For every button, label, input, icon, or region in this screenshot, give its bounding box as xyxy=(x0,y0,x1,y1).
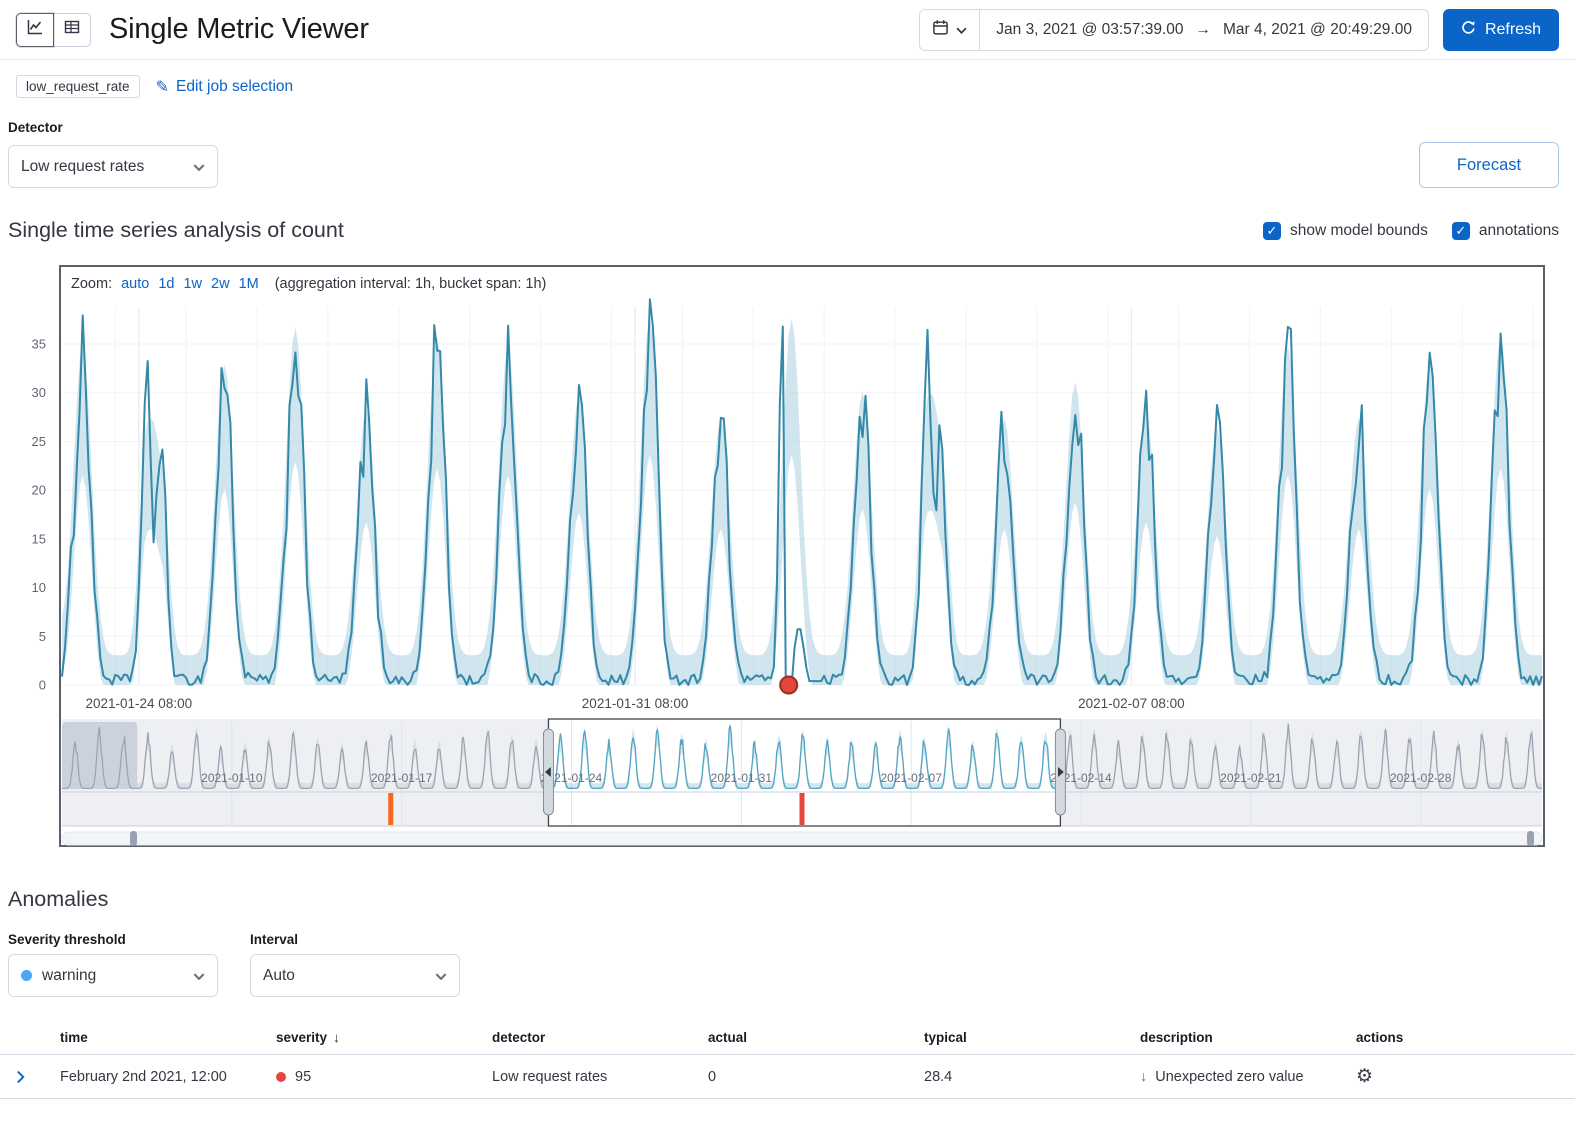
chevron-down-icon xyxy=(956,21,967,39)
x-tick-label: 2021-01-24 08:00 xyxy=(86,696,193,711)
refresh-icon xyxy=(1461,20,1476,40)
column-header-time[interactable]: time xyxy=(60,1030,276,1045)
column-header-actual[interactable]: actual xyxy=(708,1030,924,1045)
pencil-icon: ✎ xyxy=(156,77,169,97)
column-header-description[interactable]: description xyxy=(1140,1030,1356,1045)
y-tick-label: 20 xyxy=(32,483,46,498)
row-actions-gear-icon[interactable]: ⚙ xyxy=(1356,1066,1373,1087)
column-header-severity[interactable]: severity ↓ xyxy=(276,1030,492,1045)
zoom-2w-link[interactable]: 2w xyxy=(211,276,230,292)
context-tick-label: 2021-01-17 xyxy=(371,771,433,785)
context-tick-label: 2021-01-10 xyxy=(201,771,263,785)
zoom-controls: Zoom: auto 1d 1w 2w 1M (aggregation inte… xyxy=(71,276,546,292)
warning-severity-dot xyxy=(21,970,32,981)
zoom-auto-link[interactable]: auto xyxy=(121,276,149,292)
anomaly-detector: Low request rates xyxy=(492,1069,708,1085)
y-tick-label: 15 xyxy=(32,531,46,546)
brush-handle-right[interactable] xyxy=(1055,729,1065,815)
line-chart-icon xyxy=(26,18,44,41)
context-tick-label: 2021-01-31 xyxy=(711,771,773,785)
date-picker-toggle[interactable] xyxy=(920,10,980,50)
anomalies-table-header: time severity ↓ detector actual typical … xyxy=(0,1021,1575,1055)
detector-select[interactable]: Low request rates xyxy=(8,145,218,188)
anomalies-title: Anomalies xyxy=(8,887,1567,912)
zoom-1M-link[interactable]: 1M xyxy=(239,276,259,292)
y-tick-label: 30 xyxy=(32,385,46,400)
column-header-detector[interactable]: detector xyxy=(492,1030,708,1045)
severity-threshold-select[interactable]: warning xyxy=(8,954,218,997)
sort-desc-icon: ↓ xyxy=(333,1030,340,1045)
job-badge: low_request_rate xyxy=(16,75,140,98)
chevron-down-icon xyxy=(193,967,205,985)
table-icon xyxy=(63,18,81,41)
scrollbar-handle-left[interactable] xyxy=(130,831,137,846)
anomaly-time: February 2nd 2021, 12:00 xyxy=(60,1069,276,1085)
page-title: Single Metric Viewer xyxy=(109,13,369,46)
context-scrollbar[interactable] xyxy=(62,832,1542,845)
view-toggle-group xyxy=(16,13,91,47)
anomaly-marker[interactable] xyxy=(780,677,797,694)
brush-handle-left[interactable] xyxy=(543,729,553,815)
checkbox-checked-icon: ✓ xyxy=(1452,222,1470,240)
interval-select[interactable]: Auto xyxy=(250,954,460,997)
anomalies-table: time severity ↓ detector actual typical … xyxy=(0,1021,1575,1099)
anomaly-typical: 28.4 xyxy=(924,1069,1140,1085)
y-tick-label: 25 xyxy=(32,434,46,449)
y-tick-label: 5 xyxy=(39,629,46,644)
edit-job-selection-link[interactable]: ✎ Edit job selection xyxy=(156,77,294,97)
series-title: Single time series analysis of count xyxy=(8,218,344,243)
time-series-chart-canvas[interactable]: 0 5 10 15 20 25 30 35 2021-01-24 08:00 2021-01-31… xyxy=(0,265,1575,857)
context-tick-label: 2021-02-28 xyxy=(1390,771,1452,785)
anomaly-description: Unexpected zero value xyxy=(1155,1069,1303,1085)
annotation-tick[interactable] xyxy=(388,793,393,825)
table-view-button[interactable] xyxy=(53,13,91,47)
date-range-arrow-icon: → xyxy=(1196,21,1212,39)
context-tick-label: 2021-02-07 xyxy=(880,771,942,785)
y-tick-label: 0 xyxy=(39,678,46,693)
job-selection-bar: low_request_rate ✎ Edit job selection xyxy=(8,60,1567,114)
date-range-end[interactable]: Mar 4, 2021 @ 20:49:29.00 xyxy=(1223,21,1412,39)
show-model-bounds-checkbox[interactable]: ✓ show model bounds xyxy=(1263,222,1428,240)
y-tick-label: 35 xyxy=(32,337,46,352)
column-header-typical[interactable]: typical xyxy=(924,1030,1140,1045)
checkbox-checked-icon: ✓ xyxy=(1263,222,1281,240)
anomaly-severity: 95 xyxy=(295,1069,311,1085)
anomaly-row: February 2nd 2021, 12:00 95 Low request … xyxy=(0,1055,1575,1099)
zoom-1d-link[interactable]: 1d xyxy=(158,276,174,292)
anomaly-actual: 0 xyxy=(708,1069,924,1085)
column-header-actions: actions xyxy=(1356,1030,1559,1045)
y-tick-label: 10 xyxy=(32,580,46,595)
date-range-picker: Jan 3, 2021 @ 03:57:39.00 → Mar 4, 2021 … xyxy=(919,9,1429,51)
x-tick-label: 2021-01-31 08:00 xyxy=(582,696,689,711)
row-expander-button[interactable] xyxy=(16,1070,60,1084)
chevron-down-icon xyxy=(193,158,205,176)
page-header: Single Metric Viewer Jan 3, 2021 @ 03:57… xyxy=(0,0,1575,60)
scrollbar-handle-right[interactable] xyxy=(1527,831,1534,846)
critical-severity-dot xyxy=(276,1072,286,1082)
severity-threshold-label: Severity threshold xyxy=(8,932,218,947)
context-tick-label: 2021-02-21 xyxy=(1220,771,1282,785)
annotation-tick[interactable] xyxy=(800,793,805,825)
chart-view-button[interactable] xyxy=(16,13,54,47)
time-series-chart: 0 5 10 15 20 25 30 35 2021-01-24 08:00 2021-01-31… xyxy=(0,265,1575,857)
x-tick-label: 2021-02-07 08:00 xyxy=(1078,696,1185,711)
detector-label: Detector xyxy=(8,120,1567,135)
forecast-button[interactable]: Forecast xyxy=(1419,142,1559,188)
interval-label: Interval xyxy=(250,932,460,947)
calendar-icon xyxy=(932,19,949,41)
date-range-start[interactable]: Jan 3, 2021 @ 03:57:39.00 xyxy=(996,21,1183,39)
zoom-1w-link[interactable]: 1w xyxy=(183,276,202,292)
annotations-checkbox[interactable]: ✓ annotations xyxy=(1452,222,1559,240)
refresh-button[interactable]: Refresh xyxy=(1443,9,1559,51)
arrow-down-icon: ↓ xyxy=(1140,1069,1147,1085)
chevron-down-icon xyxy=(435,967,447,985)
